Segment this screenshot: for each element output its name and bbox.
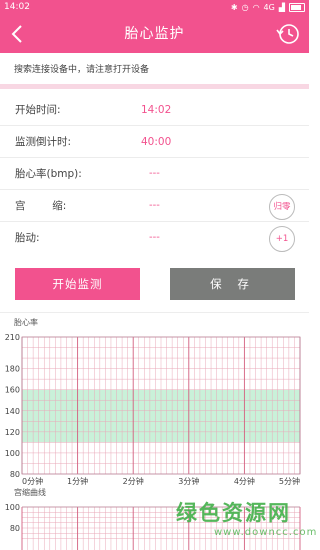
contraction-value: --- [149, 200, 160, 211]
x-tick-label: 1分钟 [67, 476, 88, 486]
row-fetal-movement: 胎动: --- +1 [0, 222, 309, 254]
fetal-movement-value: --- [149, 232, 160, 243]
status-time: 14:02 [4, 2, 30, 12]
contraction-chart-title: 宫缩曲线 [14, 488, 46, 497]
heart-rate-chart-title: 胎心率 [14, 318, 38, 327]
save-button[interactable]: 保 存 [170, 268, 295, 300]
add-movement-button[interactable]: +1 [269, 226, 295, 252]
x-tick-label: 0分钟 [22, 476, 43, 486]
start-time-label: 开始时间: [15, 104, 61, 116]
device-search-hint: 搜索连接设备中，请注意打开设备 [0, 53, 309, 89]
x-tick-label: 5分钟 [279, 476, 300, 486]
countdown-label: 监测倒计时: [15, 136, 72, 148]
row-contraction: 宫 缩: --- 归零 [0, 190, 309, 222]
y-tick-label: 180 [5, 365, 20, 374]
signal-icon: ▟ [278, 3, 285, 12]
row-countdown: 监测倒计时: 40:00 [0, 126, 309, 158]
monitor-info-list: 开始时间: 14:02 监测倒计时: 40:00 胎心率(bmp): --- 宫… [0, 94, 309, 254]
title-bar: 胎心监护 [0, 15, 309, 53]
watermark-logo: 绿色资源网 www.downcc.com [176, 497, 318, 547]
y-tick-label: 210 [5, 333, 20, 342]
signal-label: 4G [263, 3, 275, 12]
contraction-label: 宫 缩: [15, 200, 67, 212]
status-icons: ✱ ◷ ◠ 4G ▟ [231, 0, 305, 15]
page-title: 胎心监护 [124, 26, 185, 42]
alarm-icon: ◷ [241, 3, 249, 12]
watermark-main: 绿色资源网 [176, 501, 291, 525]
start-monitor-button[interactable]: 开始监测 [15, 268, 140, 300]
start-time-value: 14:02 [141, 104, 172, 116]
y-tick-label: 160 [5, 386, 20, 395]
history-clock-icon[interactable] [275, 21, 301, 47]
status-bar: 14:02 ✱ ◷ ◠ 4G ▟ [0, 0, 309, 15]
reset-contraction-button[interactable]: 归零 [269, 194, 295, 220]
wifi-icon: ◠ [252, 3, 260, 12]
y-tick-label: 80 [10, 524, 20, 533]
bluetooth-icon: ✱ [230, 3, 238, 12]
countdown-value: 40:00 [141, 136, 172, 148]
fetal-movement-label: 胎动: [15, 232, 40, 244]
y-tick-label: 100 [5, 449, 20, 458]
heart-rate-label: 胎心率(bmp): [15, 168, 82, 180]
watermark-sub: www.downcc.com [214, 527, 318, 538]
x-tick-label: 4分钟 [234, 476, 255, 486]
row-heart-rate: 胎心率(bmp): --- [0, 158, 309, 190]
divider [0, 312, 309, 313]
heart-rate-chart[interactable]: 80 100 120 140 160 180 210 0分钟 1分钟 2分钟 3分钟 4分钟 5分钟 [0, 328, 309, 488]
y-tick-label: 80 [10, 470, 20, 479]
battery-icon [289, 3, 305, 12]
x-tick-label: 3分钟 [178, 476, 199, 486]
y-tick-label: 100 [5, 503, 20, 512]
x-tick-label: 2分钟 [123, 476, 144, 486]
y-tick-label: 140 [5, 407, 20, 416]
y-tick-label: 120 [5, 428, 20, 437]
heart-rate-value: --- [149, 168, 160, 179]
row-start-time: 开始时间: 14:02 [0, 94, 309, 126]
